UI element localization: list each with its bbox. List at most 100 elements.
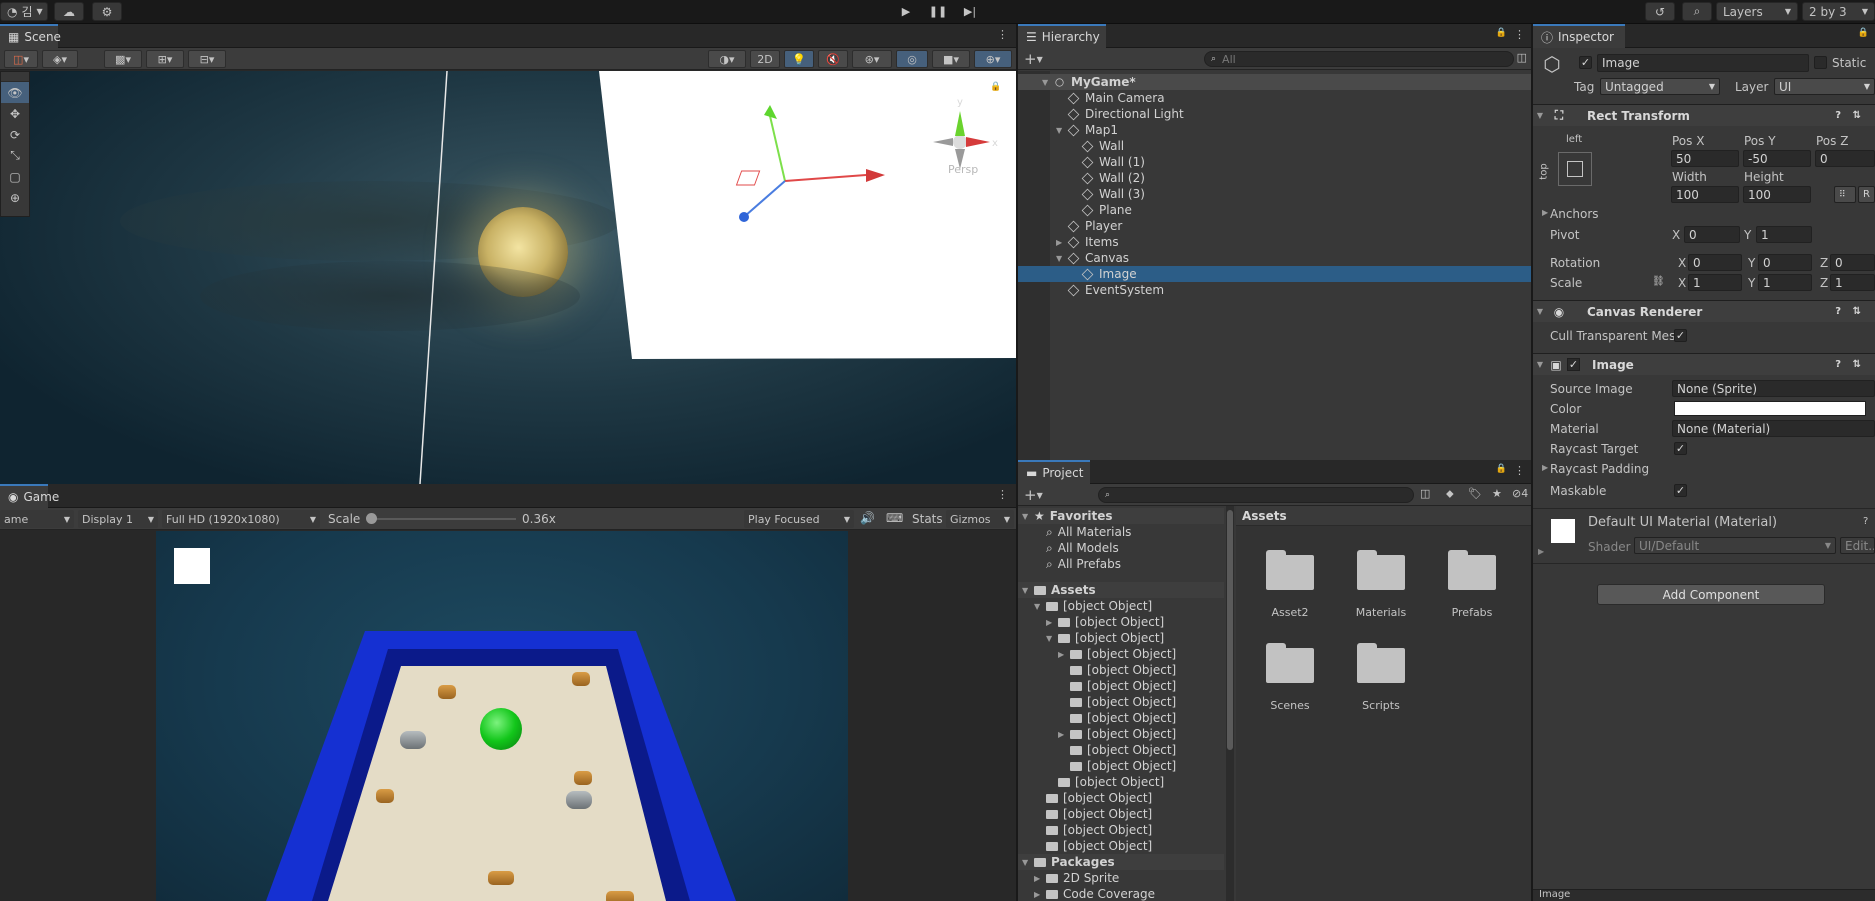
effects-dropdown[interactable]: ⊛ ▾ <box>852 50 892 68</box>
label-icon[interactable]: 🏷 <box>1468 487 1482 500</box>
project-folder-item[interactable]: [object Object] <box>1018 822 1224 838</box>
audio-toggle[interactable]: 🔇 <box>818 50 848 68</box>
speaker-icon[interactable]: 🔊 <box>860 511 875 525</box>
color-swatch[interactable] <box>1674 401 1866 416</box>
hierarchy-item[interactable]: ▼ Canvas <box>1018 250 1548 266</box>
settings-icon[interactable]: ⇅ <box>1853 359 1861 370</box>
project-folder-item[interactable]: ▶ [object Object] <box>1018 614 1224 630</box>
scale-tool-button[interactable]: ⤡ <box>1 145 29 166</box>
project-folder-item[interactable]: [object Object] <box>1018 678 1224 694</box>
hierarchy-item[interactable]: ▶ Items <box>1018 234 1548 250</box>
expand-arrow-icon[interactable]: ▼ <box>1046 634 1056 643</box>
raycast-target-checkbox[interactable]: ✓ <box>1674 442 1687 455</box>
raw-edit-button[interactable]: R <box>1858 186 1875 203</box>
ruler-dropdown[interactable]: ⊟ ▾ <box>188 50 226 68</box>
resolution-dropdown[interactable]: Full HD (1920x1080) ▼ <box>162 510 320 528</box>
mode-2d-toggle[interactable]: 2D <box>750 50 780 68</box>
help-icon[interactable]: ? <box>1835 306 1841 317</box>
filter-icon[interactable]: ⬥ <box>1446 487 1454 501</box>
expand-arrow-icon[interactable]: ▼ <box>1056 254 1066 263</box>
hierarchy-item[interactable]: Main Camera <box>1018 90 1548 106</box>
hierarchy-item[interactable]: Wall (1) <box>1018 154 1548 170</box>
favorite-item[interactable]: ⌕ All Models <box>1018 540 1224 556</box>
project-folder-item[interactable]: [object Object] <box>1018 742 1224 758</box>
expand-icon[interactable]: ▶ <box>1542 208 1548 217</box>
lighting-toggle[interactable]: 💡 <box>784 50 814 68</box>
add-component-button[interactable]: Add Component <box>1597 584 1825 605</box>
pause-button[interactable]: ❚❚ <box>924 2 952 21</box>
expand-icon[interactable]: ▶ <box>1538 547 1544 556</box>
favorite-item[interactable]: ⌕ All Materials <box>1018 524 1224 540</box>
lock-icon[interactable]: 🔒 <box>1496 28 1507 38</box>
pos-y-field[interactable]: -50 <box>1743 150 1811 167</box>
scale-slider-thumb[interactable] <box>366 513 377 524</box>
grid-snap-dropdown[interactable]: ▩ ▾ <box>104 50 142 68</box>
project-folder-item[interactable]: ▶ [object Object] <box>1018 646 1224 662</box>
scene-visibility-icon[interactable]: ◫ <box>1517 51 1527 64</box>
help-icon[interactable]: ? <box>1863 516 1868 527</box>
project-folder-item[interactable]: [object Object] <box>1018 774 1224 790</box>
tab-scene[interactable]: ▦ Scene <box>0 24 61 48</box>
draw-mode-dropdown[interactable]: ◫ ▾ <box>4 50 38 68</box>
services-button[interactable]: ⚙ <box>92 2 122 21</box>
hierarchy-search-input[interactable]: ⌕ All <box>1204 51 1514 67</box>
hierarchy-item[interactable]: Player <box>1018 218 1548 234</box>
hierarchy-item[interactable]: EventSystem <box>1018 282 1548 298</box>
collapsed-arrow-icon[interactable]: ▶ <box>1056 238 1066 247</box>
collapsed-arrow-icon[interactable]: ▶ <box>1058 730 1068 739</box>
hidden-objects-toggle[interactable]: ◎ <box>896 50 928 68</box>
project-folder-item[interactable]: [object Object] <box>1018 806 1224 822</box>
project-folder-item[interactable]: [object Object] <box>1018 790 1224 806</box>
project-folder-item[interactable]: [object Object] <box>1018 710 1224 726</box>
pivot-x-field[interactable]: 0 <box>1684 226 1740 243</box>
display-dropdown[interactable]: Display 1 ▼ <box>78 510 158 528</box>
rot-z-field[interactable]: 0 <box>1830 254 1875 271</box>
asset-folder-item[interactable]: Materials <box>1336 550 1426 630</box>
pos-z-field[interactable]: 0 <box>1815 150 1875 167</box>
maskable-checkbox[interactable]: ✓ <box>1674 484 1687 497</box>
shading-dropdown[interactable]: ◈ ▾ <box>42 50 78 68</box>
static-checkbox[interactable] <box>1814 56 1827 69</box>
step-button[interactable]: ▶| <box>956 2 984 21</box>
cull-transparent-checkbox[interactable]: ✓ <box>1674 329 1687 342</box>
expand-arrow-icon[interactable]: ▼ <box>1022 512 1032 521</box>
object-name-field[interactable]: Image <box>1597 54 1809 72</box>
constrain-proportions-icon[interactable]: ⛓ <box>1652 276 1665 287</box>
settings-icon[interactable]: ⇅ <box>1853 110 1861 121</box>
tree-scrollbar[interactable] <box>1226 506 1234 901</box>
scene-viewport[interactable]: x y Persp 🔒 👁 ✥ ⟳ ⤡ ▢ ⊕ <box>0 71 1016 484</box>
raycast-padding-label[interactable]: Raycast Padding <box>1550 462 1649 476</box>
canvas-image-plane[interactable] <box>599 71 1016 359</box>
favorite-icon[interactable]: ★ <box>1492 487 1502 500</box>
tab-inspector[interactable]: ⓘ Inspector <box>1533 24 1625 48</box>
rot-y-field[interactable]: 0 <box>1758 254 1812 271</box>
search-by-type-icon[interactable]: ◫ <box>1420 487 1430 500</box>
divider[interactable] <box>1531 24 1533 901</box>
active-checkbox[interactable]: ✓ <box>1579 56 1592 69</box>
projection-label[interactable]: Persp <box>948 163 978 176</box>
project-search-input[interactable]: ⌕ <box>1098 487 1414 503</box>
rotate-tool-button[interactable]: ⟳ <box>1 124 29 145</box>
gizmo-z-arrow[interactable] <box>739 212 749 222</box>
hierarchy-item[interactable]: Directional Light <box>1018 106 1548 122</box>
help-icon[interactable]: ? <box>1835 359 1841 370</box>
blueprint-mode-button[interactable]: ⠿ <box>1834 186 1856 203</box>
tree-scrollbar-thumb[interactable] <box>1227 510 1233 750</box>
hidden-packages-button[interactable]: ⊘4 <box>1512 487 1528 500</box>
lock-icon[interactable]: 🔒 <box>1496 464 1507 474</box>
create-asset-dropdown[interactable]: + ▼ <box>1024 486 1052 504</box>
rect-tool-button[interactable]: ▢ <box>1 166 29 187</box>
undo-history-button[interactable]: ↺ <box>1645 2 1675 21</box>
favorite-item[interactable]: ⌕ All Prefabs <box>1018 556 1224 572</box>
move-tool-button[interactable]: ✥ <box>1 103 29 124</box>
asset-folder-item[interactable]: Scenes <box>1245 643 1335 723</box>
render-mode-dropdown[interactable]: ◑ ▾ <box>708 50 746 68</box>
gizmos-dropdown[interactable]: ⊕ ▾ <box>974 50 1012 68</box>
create-dropdown[interactable]: + ▼ <box>1024 50 1052 68</box>
height-field[interactable]: 100 <box>1743 186 1811 203</box>
settings-icon[interactable]: ⇅ <box>1853 306 1861 317</box>
image-component-header[interactable]: ▼ ▣ ✓ Image ? ⇅ <box>1533 353 1875 375</box>
collapsed-arrow-icon[interactable]: ▶ <box>1034 874 1044 883</box>
collapsed-arrow-icon[interactable]: ▶ <box>1046 618 1056 627</box>
favorites-header[interactable]: ▼ ★ Favorites <box>1018 508 1224 524</box>
